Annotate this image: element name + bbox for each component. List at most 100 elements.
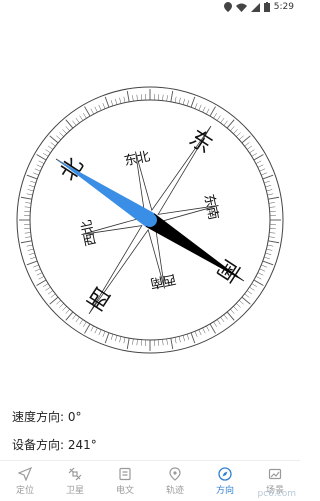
tab-message[interactable]: 电文: [100, 461, 150, 501]
compass-tick: [103, 103, 105, 109]
compass-tick: [195, 103, 197, 109]
compass-tick: [267, 194, 273, 195]
compass-tick: [48, 291, 53, 295]
compass-tick: [242, 297, 250, 304]
compass-tick: [163, 339, 164, 345]
compass-tick: [265, 185, 271, 187]
compass-tick: [256, 276, 261, 279]
compass-tick: [224, 315, 228, 320]
compass-tick: [245, 142, 250, 146]
compass-tick: [66, 126, 70, 130]
compass-tick: [269, 202, 275, 203]
compass-tick: [230, 126, 234, 130]
compass-tick: [25, 233, 31, 234]
compass-tick: [127, 91, 129, 102]
compass-tick: [179, 336, 180, 342]
compass-tick: [115, 335, 117, 341]
compass-tick: [28, 190, 34, 191]
compass-tick: [25, 202, 31, 203]
battery-icon: [264, 2, 270, 12]
compass-tick: [33, 265, 39, 267]
compass-tick: [252, 153, 257, 156]
compass-tick: [33, 173, 39, 175]
compass-tick: [242, 136, 250, 143]
compass-tick: [72, 315, 76, 320]
compass-tick: [80, 319, 83, 324]
compass-tick: [191, 97, 195, 107]
compass-tick: [239, 300, 243, 304]
tab-satellite-label: 卫星: [66, 483, 84, 496]
compass-tick: [27, 245, 33, 246]
compass-tick: [91, 109, 94, 114]
compass-tick: [199, 330, 201, 335]
compass-tick: [254, 155, 264, 161]
compass-tick: [175, 97, 176, 103]
map-pin-icon: [168, 467, 182, 481]
compass-tick: [28, 249, 34, 250]
compass-tick: [266, 249, 272, 250]
compass-tick: [217, 319, 220, 324]
compass-tick: [221, 317, 225, 322]
compass-icon: [218, 467, 232, 481]
compass-tick: [46, 287, 51, 290]
compass-tick: [183, 335, 185, 341]
compass-tick: [21, 241, 32, 243]
compass-tick: [30, 181, 36, 183]
compass-tick: [137, 95, 138, 101]
compass-tick: [230, 309, 234, 313]
tab-location[interactable]: 定位: [0, 461, 50, 501]
compass-tick: [124, 337, 125, 343]
compass-tick: [233, 129, 237, 133]
compass-tick: [263, 175, 273, 179]
compass-tick: [132, 339, 133, 345]
compass-tick: [247, 146, 252, 150]
compass-tick: [191, 333, 195, 343]
direction-label-southeast: 东南: [201, 193, 222, 222]
compass-tick: [27, 194, 33, 195]
compass-tick: [269, 207, 275, 208]
tab-track[interactable]: 轨迹: [150, 461, 200, 501]
compass-tick: [224, 121, 228, 126]
tab-direction[interactable]: 方向: [200, 461, 250, 501]
watermark: pc6.com: [258, 489, 296, 499]
compass-tick: [62, 129, 66, 133]
compass-tick: [258, 273, 263, 276]
compass-tick: [124, 97, 125, 103]
compass-tick: [30, 257, 36, 259]
compass-tick: [137, 339, 138, 345]
tab-satellite[interactable]: 卫星: [50, 461, 100, 501]
direction-label-southwest: 西南: [149, 271, 178, 292]
compass-tick: [46, 150, 51, 153]
compass-tick: [111, 334, 113, 340]
compass-tick: [27, 175, 37, 179]
compass-tick: [43, 153, 48, 156]
status-icons: 5:29: [224, 2, 294, 12]
compass-tick: [59, 132, 63, 136]
direction-label-east: 东: [184, 126, 216, 159]
compass-tick: [163, 95, 164, 101]
compass-tick: [50, 136, 58, 143]
tab-direction-label: 方向: [216, 483, 234, 496]
direction-label-west: 西: [84, 281, 116, 314]
compass-tick: [239, 136, 243, 140]
compass-tick: [120, 98, 121, 104]
compass-tick: [247, 291, 252, 295]
compass-tick: [111, 100, 113, 106]
compass-tick: [203, 107, 206, 112]
status-time: 5:29: [274, 2, 294, 12]
compass-tick: [95, 107, 98, 112]
compass-tick: [21, 197, 32, 199]
compass-tick: [233, 306, 237, 310]
compass-tick: [179, 98, 180, 104]
compass-tick: [25, 207, 31, 208]
compass-tick: [249, 150, 254, 153]
compass-tick: [120, 336, 121, 342]
signal-icon: [251, 3, 260, 12]
compass-tick: [50, 297, 58, 304]
compass-tick: [51, 142, 56, 146]
scene-icon: [268, 467, 282, 481]
compass-tick: [171, 91, 173, 102]
compass-tick: [35, 169, 40, 171]
compass-tick: [264, 257, 270, 259]
compass-tick: [265, 253, 271, 255]
